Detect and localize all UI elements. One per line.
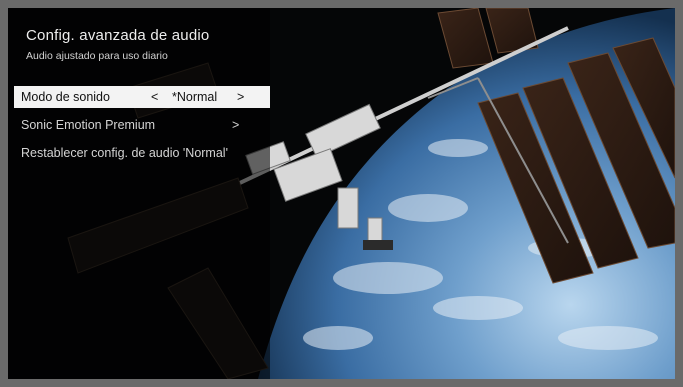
- chevron-right-icon[interactable]: >: [237, 90, 244, 104]
- chevron-left-icon[interactable]: <: [151, 90, 158, 104]
- menu-title: Config. avanzada de audio: [26, 27, 210, 44]
- menu-item-label: Restablecer config. de audio 'Normal': [21, 146, 228, 160]
- menu-panel: Config. avanzada de audio Audio ajustado…: [8, 8, 270, 379]
- sound-mode-value: *Normal: [172, 90, 218, 104]
- menu-item-reset-audio[interactable]: Restablecer config. de audio 'Normal': [14, 142, 270, 164]
- menu-item-sound-mode[interactable]: Modo de sonido < *Normal >: [14, 86, 270, 108]
- menu-subtitle: Audio ajustado para uso diario: [26, 50, 168, 62]
- menu-item-sonic-emotion[interactable]: Sonic Emotion Premium >: [14, 114, 270, 136]
- tv-screen: Config. avanzada de audio Audio ajustado…: [8, 8, 675, 379]
- menu-item-label: Modo de sonido: [21, 90, 110, 104]
- menu-item-label: Sonic Emotion Premium: [21, 118, 156, 132]
- chevron-right-icon: >: [232, 118, 240, 132]
